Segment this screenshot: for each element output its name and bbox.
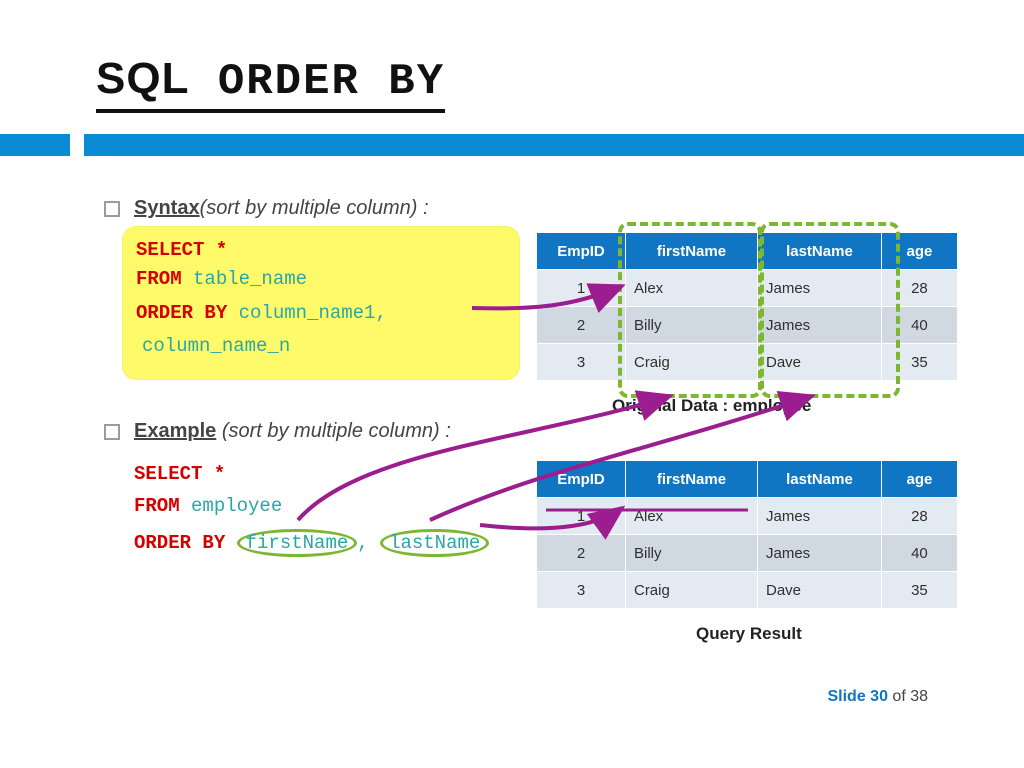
result-caption: Query Result <box>696 624 802 644</box>
slide-footer: Slide 30 of 38 <box>827 688 928 706</box>
example-code-box: SELECT * FROM employee ORDER BY firstNam… <box>134 458 489 559</box>
title-prefix: SQL <box>96 54 189 103</box>
th-lastname: lastName <box>758 233 882 270</box>
table-row: 2 Billy James 40 <box>537 307 958 344</box>
placeholder-coln: column_name_n <box>136 335 290 357</box>
table-row: 3 Craig Dave 35 <box>537 344 958 381</box>
cell: 35 <box>881 344 957 381</box>
th-lastname: lastName <box>758 461 882 498</box>
th-age: age <box>881 233 957 270</box>
header-stripe <box>0 134 1024 156</box>
cell: Billy <box>625 307 757 344</box>
example-heading: Example <box>134 420 216 442</box>
cell: Billy <box>625 535 757 572</box>
placeholder-table: table_name <box>193 268 307 290</box>
cell: James <box>758 498 882 535</box>
slide-total: of 38 <box>888 688 928 705</box>
title-keyword: ORDER BY <box>189 57 445 107</box>
cell: 2 <box>537 307 626 344</box>
cell: Craig <box>625 344 757 381</box>
bullet-icon <box>104 201 120 217</box>
arrow-overlay <box>0 0 1024 768</box>
table-row: 1 Alex James 28 <box>537 498 958 535</box>
ex-orderby: ORDER BY <box>134 532 225 554</box>
ex-col-first: firstName <box>246 532 349 554</box>
ex-from: FROM <box>134 495 180 517</box>
result-data-table: EmpID firstName lastName age 1 Alex Jame… <box>536 460 958 609</box>
cell: 35 <box>881 572 957 609</box>
cell: 3 <box>537 572 626 609</box>
th-empid: EmpID <box>537 461 626 498</box>
ex-table: employee <box>191 495 282 517</box>
table-row: 3 Craig Dave 35 <box>537 572 958 609</box>
table-row: 1 Alex James 28 <box>537 270 958 307</box>
ex-col-last: lastName <box>389 532 480 554</box>
page-title: SQL ORDER BY <box>96 54 445 113</box>
cell: 40 <box>881 307 957 344</box>
cell: 28 <box>881 270 957 307</box>
original-data-table: EmpID firstName lastName age 1 Alex Jame… <box>536 232 958 381</box>
slide-number: Slide 30 <box>827 688 887 705</box>
cell: 1 <box>537 270 626 307</box>
syntax-subtext: (sort by multiple column) : <box>200 197 429 219</box>
ex-select: SELECT <box>134 463 202 485</box>
kw-select: SELECT <box>136 239 204 261</box>
syntax-heading: Syntax <box>134 197 200 219</box>
th-firstname: firstName <box>625 461 757 498</box>
ex-star: * <box>202 463 225 485</box>
cell: 2 <box>537 535 626 572</box>
cell: James <box>758 535 882 572</box>
th-age: age <box>881 461 957 498</box>
example-subtext: (sort by multiple column) : <box>216 420 451 442</box>
bullet-icon <box>104 424 120 440</box>
cell: Alex <box>625 498 757 535</box>
cell: 28 <box>881 498 957 535</box>
syntax-bullet: Syntax(sort by multiple column) : <box>104 197 429 220</box>
kw-star: * <box>204 239 227 261</box>
cell: James <box>758 307 882 344</box>
cell: Alex <box>625 270 757 307</box>
table-header-row: EmpID firstName lastName age <box>537 461 958 498</box>
kw-orderby: ORDER BY <box>136 302 227 324</box>
cell: James <box>758 270 882 307</box>
th-empid: EmpID <box>537 233 626 270</box>
table-header-row: EmpID firstName lastName age <box>537 233 958 270</box>
kw-from: FROM <box>136 268 182 290</box>
cell: Dave <box>758 344 882 381</box>
cell: Dave <box>758 572 882 609</box>
syntax-code-box: SELECT * FROM table_name ORDER BY column… <box>122 226 520 380</box>
ex-comma: , <box>357 532 380 554</box>
cell: 40 <box>881 535 957 572</box>
cell: 3 <box>537 344 626 381</box>
cell: Craig <box>625 572 757 609</box>
placeholder-col1: column_name1, <box>239 302 387 324</box>
original-caption: Original Data : employee <box>612 396 811 416</box>
th-firstname: firstName <box>625 233 757 270</box>
example-bullet: Example (sort by multiple column) : <box>104 420 451 443</box>
cell: 1 <box>537 498 626 535</box>
table-row: 2 Billy James 40 <box>537 535 958 572</box>
